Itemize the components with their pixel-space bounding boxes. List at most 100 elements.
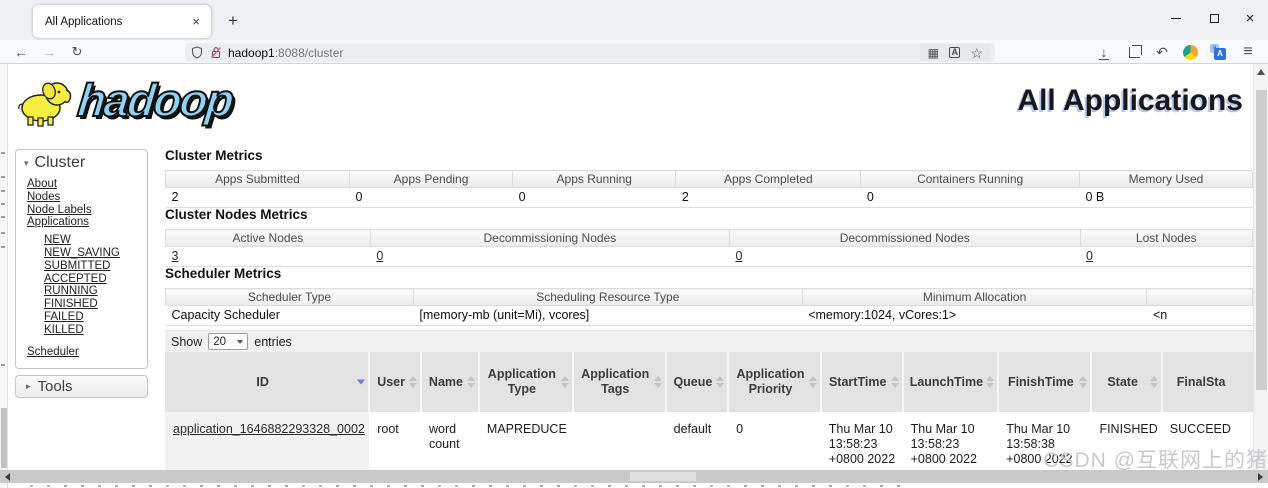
sort-icon (716, 376, 725, 388)
downloads-button[interactable]: ↓ (1092, 41, 1116, 63)
insecure-lock-icon[interactable] (210, 46, 222, 59)
sidebar-item-applications[interactable]: Applications (27, 216, 147, 229)
menu-button[interactable]: ≡ (1236, 41, 1260, 63)
col-lost-nodes: Lost Nodes (1079, 229, 1253, 247)
apps-submitted-value: 2 (165, 187, 350, 208)
containers-running-value: 0 (860, 187, 1080, 208)
sidebar-item-about[interactable]: About (27, 178, 147, 191)
entries-label: entries (254, 334, 292, 349)
col-maximum-allocation-clipped (1146, 288, 1253, 306)
qr-code-icon[interactable]: ▦ (928, 47, 939, 59)
minimum-allocation-value: <memory:1024, vCores:1> (802, 305, 1147, 326)
scheduler-metrics-title: Scheduler Metrics (165, 266, 282, 281)
browser-tab[interactable]: All Applications × (33, 5, 211, 38)
sort-icon (466, 376, 475, 388)
col-decommissioned-nodes: Decommissioned Nodes (728, 229, 1081, 247)
url-host: hadoop1 (228, 45, 275, 60)
application-id-link[interactable]: application_1646882293328_0002 (173, 422, 365, 436)
sort-icon (890, 376, 899, 388)
sort-icon (560, 376, 569, 388)
show-label: Show (171, 334, 203, 349)
sidebar-item-new[interactable]: NEW (44, 234, 147, 247)
sidebar-item-accepted[interactable]: ACCEPTED (44, 273, 147, 286)
address-bar[interactable]: hadoop1:8088/cluster ▦ A ☆ (185, 43, 995, 62)
sidebar-item-running[interactable]: RUNNING (44, 285, 147, 298)
decommissioned-nodes-link[interactable]: 0 (735, 249, 742, 263)
application-id-cell: application_1646882293328_0002 (165, 412, 370, 477)
cluster-links: About Nodes Node Labels Applications (16, 178, 147, 229)
cluster-nodes-metrics-table: Active Nodes Decommissioning Nodes Decom… (165, 229, 1253, 267)
col-state[interactable]: State (1090, 352, 1162, 412)
col-application-priority[interactable]: Application Priority (727, 352, 821, 412)
page-size-value: 20 (213, 335, 227, 348)
col-user[interactable]: User (368, 352, 421, 412)
active-nodes-link[interactable]: 3 (172, 249, 179, 263)
horizontal-scrollbar-thumb[interactable] (630, 472, 696, 481)
launchtime-cell: Thu Mar 10 13:58:23 +0800 2022 (902, 412, 999, 477)
sidebar-item-finished[interactable]: FINISHED (44, 298, 147, 311)
translate-extension-button[interactable]: a A (1206, 41, 1230, 63)
cluster-nav-header[interactable]: ▾ Cluster (16, 150, 147, 178)
tools-nav-header[interactable]: ▸ Tools (15, 375, 148, 399)
sidebar-item-submitted[interactable]: SUBMITTED (44, 260, 147, 273)
tab-close-icon[interactable]: × (189, 14, 203, 29)
lost-nodes-link[interactable]: 0 (1086, 249, 1093, 263)
col-memory-used: Memory Used (1079, 170, 1253, 188)
application-priority-cell: 0 (728, 412, 821, 477)
col-scheduler-type: Scheduler Type (165, 288, 414, 306)
screenshot-button[interactable] (1122, 41, 1146, 63)
left-scrollbar-thumb[interactable] (1, 408, 7, 468)
extension-pie-button[interactable] (1178, 41, 1202, 63)
forward-button[interactable]: → (38, 41, 60, 63)
sidebar-item-failed[interactable]: FAILED (44, 311, 147, 324)
history-undo-button[interactable]: ↶ (1150, 41, 1174, 63)
sidebar-item-killed[interactable]: KILLED (44, 324, 147, 337)
col-containers-running: Containers Running (860, 170, 1080, 188)
col-launchtime[interactable]: LaunchTime (901, 352, 999, 412)
new-tab-button[interactable]: + (220, 8, 246, 34)
csdn-watermark: CSDN @互联网上的猪 (1043, 449, 1268, 472)
col-starttime[interactable]: StartTime (819, 352, 903, 412)
maximize-icon (1209, 13, 1219, 23)
sort-icon (653, 376, 662, 388)
cluster-metrics-table: Apps Submitted Apps Pending Apps Running… (165, 170, 1253, 208)
decommissioning-nodes-link[interactable]: 0 (376, 249, 383, 263)
col-minimum-allocation: Minimum Allocation (801, 288, 1148, 306)
scroll-up-arrow-icon[interactable] (1257, 69, 1265, 75)
shield-icon[interactable] (191, 46, 203, 59)
col-name[interactable]: Name (419, 352, 479, 412)
sidebar-item-scheduler[interactable]: Scheduler (27, 346, 147, 359)
sidebar-item-nodes[interactable]: Nodes (27, 191, 147, 204)
vertical-scrollbar-thumb[interactable] (1256, 90, 1267, 390)
col-apps-submitted: Apps Submitted (165, 170, 350, 188)
cluster-nodes-metrics-title: Cluster Nodes Metrics (165, 207, 308, 222)
tools-header-label: Tools (37, 378, 73, 396)
translate-icon[interactable]: A (948, 47, 961, 58)
col-id[interactable]: ID (165, 352, 370, 412)
pie-icon (1182, 44, 1198, 60)
vertical-scrollbar[interactable] (1253, 64, 1268, 470)
reload-button[interactable]: ↻ (66, 41, 88, 63)
col-application-type[interactable]: Application Type (477, 352, 573, 412)
window-close-button[interactable]: × (1234, 0, 1266, 36)
col-application-tags[interactable]: Application Tags (571, 352, 666, 412)
sidebar-item-node-labels[interactable]: Node Labels (27, 204, 147, 217)
scroll-right-arrow-icon[interactable] (1258, 473, 1263, 481)
sidebar-item-new-saving[interactable]: NEW_SAVING (44, 247, 147, 260)
window-minimize-button[interactable] (1160, 0, 1192, 36)
window-maximize-button[interactable] (1198, 0, 1230, 36)
hadoop-elephant-icon (18, 82, 72, 127)
col-queue[interactable]: Queue (664, 352, 729, 412)
starttime-cell: Thu Mar 10 13:58:23 +0800 2022 (820, 412, 903, 477)
col-finalstatus-clipped[interactable]: FinalSta (1160, 352, 1253, 412)
back-button[interactable]: ← (10, 41, 32, 63)
col-finishtime[interactable]: FinishTime (997, 352, 1092, 412)
apps-completed-value: 2 (675, 187, 861, 208)
bookmark-star-icon[interactable]: ☆ (970, 46, 983, 60)
close-icon: × (1245, 9, 1255, 27)
scroll-left-arrow-icon[interactable] (5, 473, 10, 481)
sidebar: ▾ Cluster About Nodes Node Labels Applic… (15, 149, 148, 399)
hadoop-logo: hadoop (14, 73, 236, 128)
page-title: All Applications (1017, 84, 1243, 117)
page-size-select[interactable]: 20 (208, 333, 249, 350)
